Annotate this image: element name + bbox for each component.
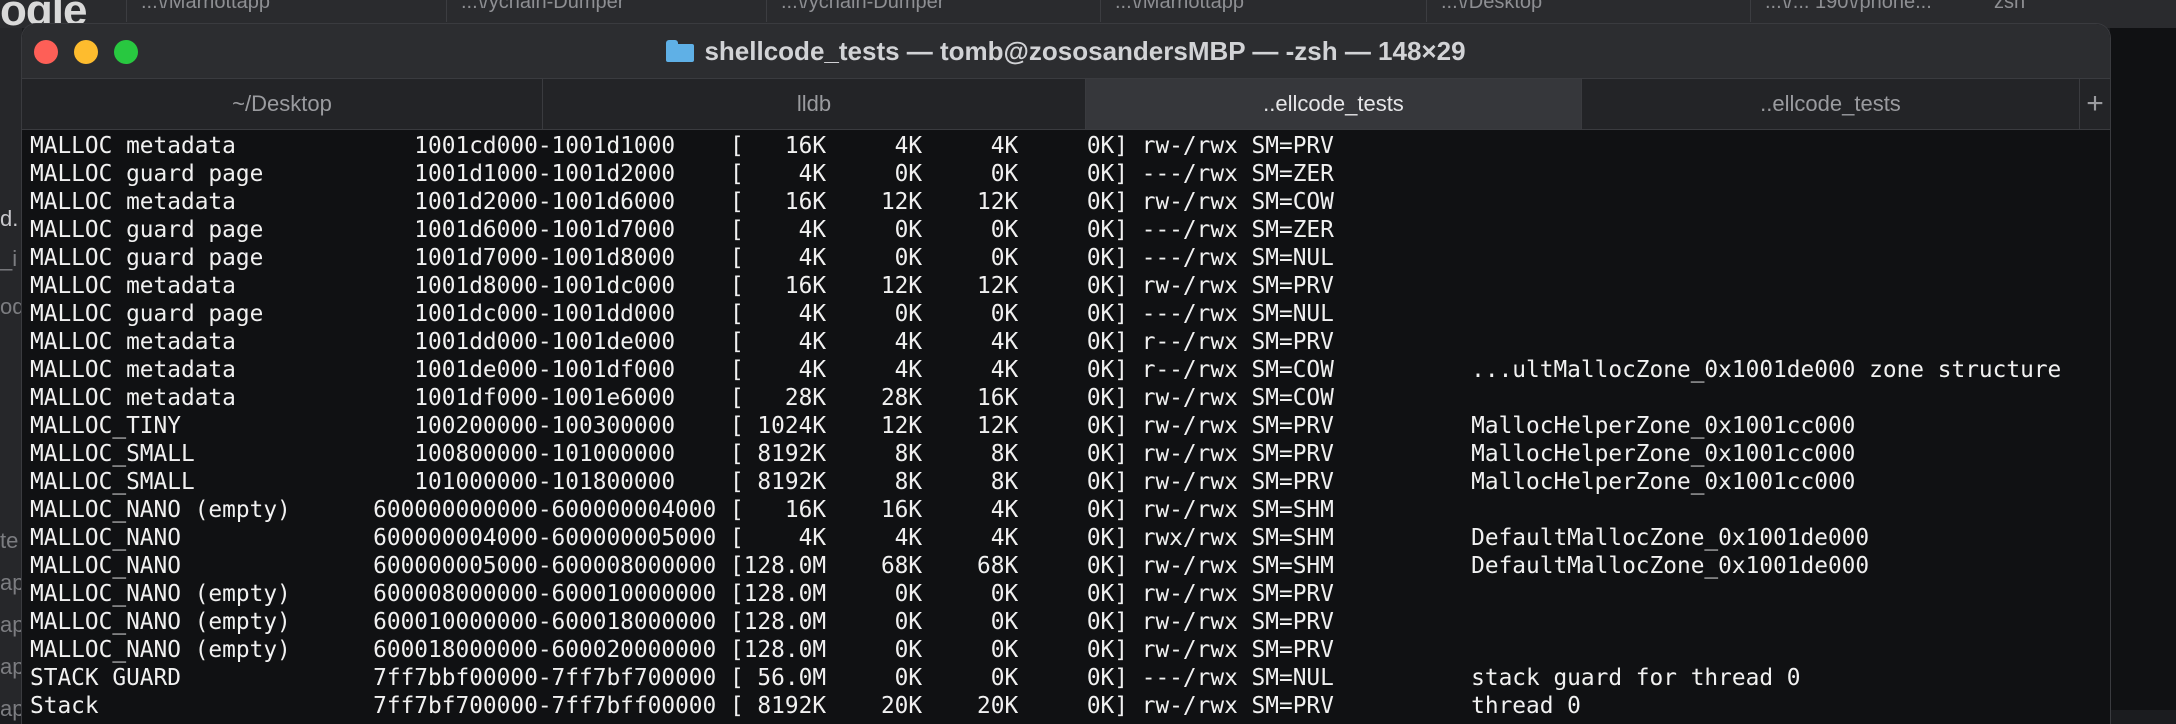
background-sidebar-text: od	[0, 294, 25, 319]
background-sidebar-text: ap	[0, 696, 25, 721]
terminal-line: MALLOC guard page 1001d6000-1001d7000 [ …	[30, 217, 1334, 243]
terminal-line: MALLOC guard page 1001d7000-1001d8000 [ …	[30, 245, 1334, 271]
window-title: shellcode_tests — tomb@zososandersMBP — …	[22, 36, 2110, 67]
folder-icon	[666, 40, 695, 62]
background-tab[interactable]: ...\/Desktop	[1426, 0, 1761, 22]
background-sidebar: d. _i od te ap ap ap ap	[0, 28, 25, 721]
background-tab[interactable]: ...\/ycnain-Dumper	[766, 0, 1101, 22]
terminal-line: MALLOC metadata 1001d8000-1001dc000 [ 16…	[30, 273, 1334, 299]
terminal-line: MALLOC_TINY 100200000-100300000 [ 1024K …	[30, 413, 1856, 439]
background-tab-right-label: zsh	[1994, 0, 2026, 13]
terminal-line: STACK GUARD 7ff7bbf00000-7ff7bf700000 [ …	[30, 665, 1801, 691]
terminal-line: MALLOC_SMALL 101000000-101800000 [ 8192K…	[30, 469, 1856, 495]
terminal-line: MALLOC_SMALL 100800000-101000000 [ 8192K…	[30, 441, 1856, 467]
window-title-text: shellcode_tests — tomb@zososandersMBP — …	[704, 36, 1466, 66]
terminal-line: MALLOC_NANO (empty) 600018000000-6000200…	[30, 637, 1334, 663]
terminal-line: MALLOC metadata 1001cd000-1001d1000 [ 16…	[30, 133, 1334, 159]
background-sidebar-text: _i	[0, 246, 18, 271]
terminal-line: MALLOC_NANO (empty) 600000000000-6000000…	[30, 497, 1334, 523]
add-tab-button[interactable]: +	[2080, 79, 2110, 129]
background-tab[interactable]: ...\/Marriottapp	[126, 0, 461, 22]
tab-desktop[interactable]: ~/Desktop	[22, 79, 543, 129]
background-tab[interactable]: ...\/Marriottapp	[1100, 0, 1435, 22]
terminal-line: MALLOC guard page 1001d1000-1001d2000 [ …	[30, 161, 1334, 187]
terminal-line: MALLOC metadata 1001de000-1001df000 [ 4K…	[30, 357, 2062, 383]
terminal-output[interactable]: MALLOC metadata 1001cd000-1001d1000 [ 16…	[22, 130, 2110, 724]
tab-shellcode-tests-active[interactable]: ..ellcode_tests	[1086, 79, 1582, 129]
terminal-line: MALLOC_NANO (empty) 600008000000-6000100…	[30, 581, 1334, 607]
tab-shellcode-tests[interactable]: ..ellcode_tests	[1582, 79, 2080, 129]
background-sidebar-text: ap	[0, 654, 25, 679]
background-tab[interactable]: ...\/... 190\/phone...	[1750, 0, 1965, 22]
terminal-line: MALLOC_NANO (empty) 600010000000-6000180…	[30, 609, 1334, 635]
terminal-line: MALLOC_NANO 600000005000-600008000000 [1…	[30, 553, 1870, 579]
terminal-line: MALLOC metadata 1001d2000-1001d6000 [ 16…	[30, 189, 1334, 215]
background-sidebar-text: te	[0, 528, 19, 553]
terminal-line: MALLOC guard page 1001dc000-1001dd000 [ …	[30, 301, 1334, 327]
terminal-line: Stack 7ff7bf700000-7ff7bff00000 [ 8192K …	[30, 693, 1581, 719]
background-sidebar-text: ap	[0, 570, 25, 595]
background-sidebar-text: d.	[0, 206, 19, 231]
output-lines: MALLOC metadata 1001cd000-1001d1000 [ 16…	[30, 132, 2110, 720]
terminal-line: MALLOC_NANO 600000004000-600000005000 [ …	[30, 525, 1870, 551]
title-bar[interactable]: shellcode_tests — tomb@zososandersMBP — …	[22, 24, 2110, 78]
background-sidebar-text: ap	[0, 612, 25, 637]
background-tab[interactable]: ...\/ycnain-Dumper	[446, 0, 781, 22]
tab-bar: ~/Desktop lldb ..ellcode_tests ..ellcode…	[22, 78, 2110, 130]
terminal-line: MALLOC metadata 1001df000-1001e6000 [ 28…	[30, 385, 1334, 411]
tab-lldb[interactable]: lldb	[543, 79, 1086, 129]
terminal-line: MALLOC metadata 1001dd000-1001de000 [ 4K…	[30, 329, 1334, 355]
background-right-panel	[2110, 28, 2176, 710]
terminal-window: shellcode_tests — tomb@zososandersMBP — …	[22, 24, 2110, 724]
